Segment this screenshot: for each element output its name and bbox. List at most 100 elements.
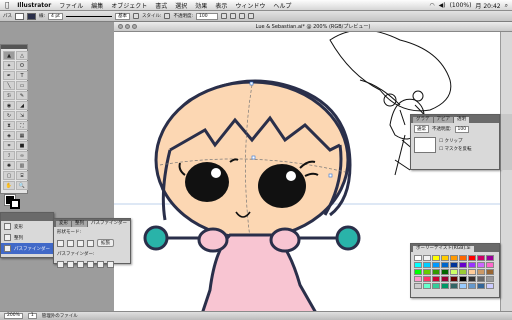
divide-button[interactable] <box>57 261 64 268</box>
symbol-sprayer-tool-icon[interactable]: ✺ <box>3 161 15 170</box>
minus-back-button[interactable] <box>107 261 114 268</box>
swatch-26[interactable] <box>486 269 494 275</box>
minus-front-button[interactable] <box>67 239 74 247</box>
swatch-38[interactable] <box>432 283 440 289</box>
swatch-7[interactable] <box>477 255 485 261</box>
panel-dock-strip[interactable] <box>500 114 512 170</box>
transparency-opacity-field[interactable]: 100 <box>454 125 470 133</box>
rotate-tool-icon[interactable]: ↻ <box>3 111 15 120</box>
clock[interactable]: 月 20:42 <box>475 1 500 10</box>
eraser-tool-icon[interactable]: ◢ <box>16 101 28 110</box>
paintbrush-tool-icon[interactable]: ℬ <box>3 91 15 100</box>
swatch-40[interactable] <box>450 283 458 289</box>
expand-button[interactable]: 拡張 <box>97 239 114 247</box>
close-window-icon[interactable] <box>118 24 123 29</box>
panel-item-pathfinder[interactable]: パスファインダー <box>1 243 53 254</box>
swatch-14[interactable] <box>459 262 467 268</box>
graph-tool-icon[interactable]: ▥ <box>16 161 28 170</box>
swatch-20[interactable] <box>432 269 440 275</box>
eyedropper-tool-icon[interactable]: ℐ <box>3 151 15 160</box>
menu-window[interactable]: ウィンドウ <box>231 1 269 10</box>
menu-edit[interactable]: 編集 <box>87 1 107 10</box>
tab-appearance[interactable]: アピア <box>433 117 453 123</box>
swatch-37[interactable] <box>423 283 431 289</box>
left-hand[interactable] <box>143 225 169 251</box>
swatch-24[interactable] <box>468 269 476 275</box>
swatch-9[interactable] <box>414 262 422 268</box>
stroke-weight-field[interactable]: 4 pt <box>48 12 63 20</box>
swatch-15[interactable] <box>468 262 476 268</box>
artboard-tool-icon[interactable]: ▢ <box>3 171 15 180</box>
swatch-4[interactable] <box>450 255 458 261</box>
swatch-22[interactable] <box>450 269 458 275</box>
menu-select[interactable]: 選択 <box>171 1 191 10</box>
swatch-18[interactable] <box>414 269 422 275</box>
pen-tool-icon[interactable]: ✒ <box>3 71 15 80</box>
tab-pathfinder[interactable]: パスファインダー <box>88 221 130 227</box>
align-icon[interactable] <box>230 13 237 19</box>
stroke-swatch[interactable] <box>27 12 36 20</box>
blob-brush-tool-icon[interactable]: ◉ <box>3 101 15 110</box>
zoom-window-icon[interactable] <box>132 24 137 29</box>
swatch-library-title[interactable]: ボーリーテイスト(RGB).ai <box>413 246 474 252</box>
brush-icon[interactable] <box>132 13 139 19</box>
panel-item-align[interactable]: 整列 <box>1 232 53 243</box>
menu-effect[interactable]: 効果 <box>191 1 211 10</box>
swatch-28[interactable] <box>423 276 431 282</box>
blend-tool-icon[interactable]: ∞ <box>16 151 28 160</box>
swatch-39[interactable] <box>441 283 449 289</box>
blend-mode-select[interactable]: 通常 <box>414 125 429 133</box>
swatch-5[interactable] <box>459 255 467 261</box>
tab-transparency[interactable]: 透明 <box>454 117 469 123</box>
fill-swatch[interactable] <box>15 12 24 20</box>
swatch-30[interactable] <box>441 276 449 282</box>
pencil-tool-icon[interactable]: ✎ <box>16 91 28 100</box>
swatch-11[interactable] <box>432 262 440 268</box>
swatch-8[interactable] <box>486 255 494 261</box>
menu-app[interactable]: Illustrator <box>13 2 55 9</box>
slice-tool-icon[interactable]: ⌸ <box>16 171 28 180</box>
hand-tool-icon[interactable]: ✋ <box>3 181 15 190</box>
trim-button[interactable] <box>67 261 74 268</box>
exclude-button[interactable] <box>87 239 94 247</box>
swatch-19[interactable] <box>423 269 431 275</box>
scale-tool-icon[interactable]: ⇲ <box>16 111 28 120</box>
swatch-21[interactable] <box>441 269 449 275</box>
invert-mask-option[interactable]: ☐ マスクを反転 <box>439 146 471 152</box>
selection-tool-icon[interactable]: ▲ <box>3 51 15 60</box>
left-sleeve[interactable] <box>197 227 229 253</box>
stroke-color-icon[interactable] <box>10 199 20 209</box>
fill-stroke-widget[interactable] <box>3 194 25 210</box>
intersect-button[interactable] <box>77 239 84 247</box>
tab-gradient[interactable]: グラデ <box>413 117 433 123</box>
battery-label[interactable]: (100%) <box>450 2 472 9</box>
mesh-tool-icon[interactable]: ⌗ <box>3 141 15 150</box>
document-title-bar[interactable]: Lue & Sebastian.ai* @ 200% (RGB/プレビュー) <box>114 22 512 32</box>
lasso-tool-icon[interactable]: ʘ <box>16 61 28 70</box>
opacity-field[interactable]: 100 <box>196 12 219 20</box>
left-eye[interactable] <box>185 162 229 202</box>
menu-help[interactable]: ヘルプ <box>269 1 295 10</box>
swatch-6[interactable] <box>468 255 476 261</box>
perspective-tool-icon[interactable]: ▦ <box>16 131 28 140</box>
direct-selection-tool-icon[interactable]: △ <box>16 51 28 60</box>
menu-type[interactable]: 書式 <box>151 1 171 10</box>
status-info[interactable]: 管理外のファイル <box>42 313 78 319</box>
zoom-tool-icon[interactable]: 🔍 <box>16 181 28 190</box>
right-eye[interactable] <box>258 164 306 208</box>
menu-view[interactable]: 表示 <box>211 1 231 10</box>
swatch-1[interactable] <box>423 255 431 261</box>
vertical-scrollbar[interactable] <box>500 32 512 311</box>
outline-button[interactable] <box>97 261 104 268</box>
gradient-tool-icon[interactable]: ■ <box>16 141 28 150</box>
swatch-13[interactable] <box>450 262 458 268</box>
recolor-icon[interactable] <box>221 13 228 19</box>
magic-wand-tool-icon[interactable]: ✦ <box>3 61 15 70</box>
swatch-42[interactable] <box>468 283 476 289</box>
zoom-field[interactable]: 200% <box>4 313 23 319</box>
merge-button[interactable] <box>77 261 84 268</box>
swatch-44[interactable] <box>486 283 494 289</box>
swatch-27[interactable] <box>414 276 422 282</box>
swatch-17[interactable] <box>486 262 494 268</box>
swatch-0[interactable] <box>414 255 422 261</box>
